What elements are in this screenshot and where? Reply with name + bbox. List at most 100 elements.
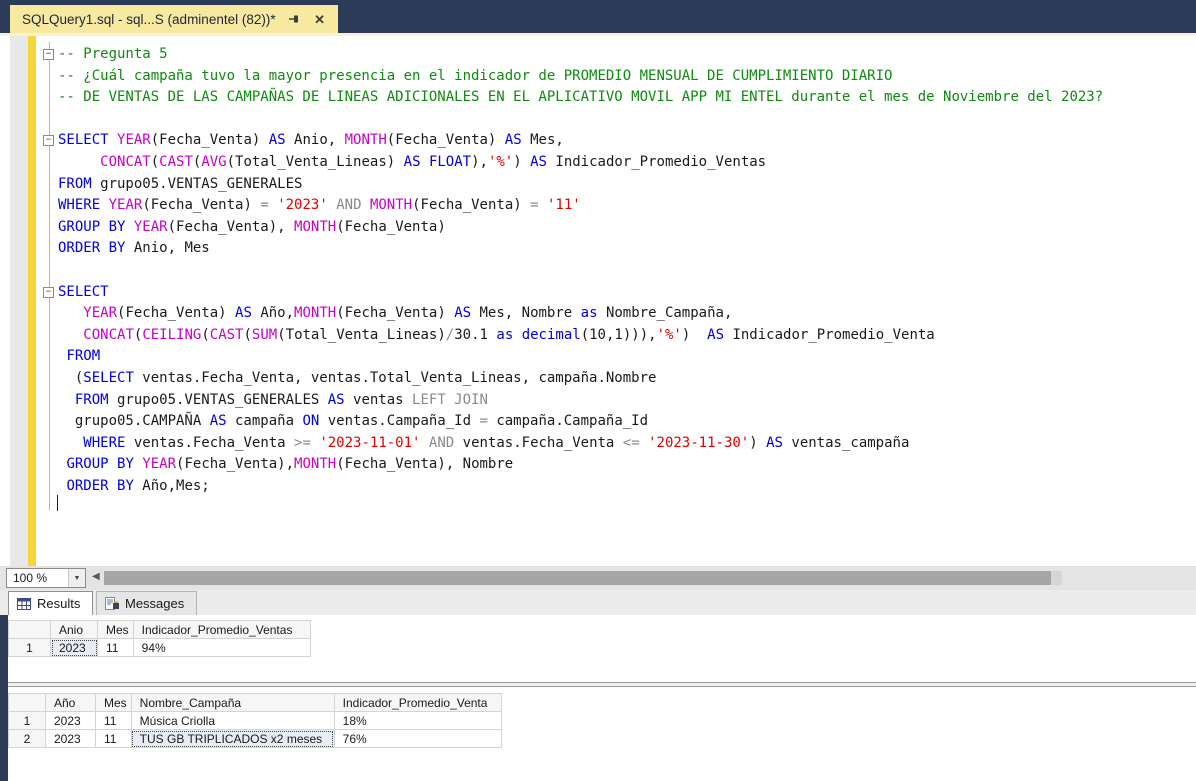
fold-margin xyxy=(36,476,58,498)
collapse-region-icon[interactable]: − xyxy=(43,286,54,298)
horizontal-scrollbar-thumb[interactable] xyxy=(104,571,1051,585)
code-line[interactable]: FROM grupo05.VENTAS_GENERALES AS ventas … xyxy=(36,390,1196,412)
code-line[interactable]: -- DE VENTAS DE LAS CAMPAÑAS DE LINEAS A… xyxy=(36,87,1196,109)
tab-messages[interactable]: Messages xyxy=(96,591,198,615)
grid-cell[interactable]: 18% xyxy=(333,711,502,730)
messages-icon xyxy=(105,597,119,610)
fold-margin xyxy=(36,152,58,174)
code-line[interactable]: CONCAT(CAST(AVG(Total_Venta_Lineas) AS F… xyxy=(36,152,1196,174)
fold-margin xyxy=(36,411,58,433)
results-grid-icon xyxy=(17,597,31,610)
grid-cell[interactable]: 11 xyxy=(95,729,132,748)
code-line[interactable]: FROM xyxy=(36,346,1196,368)
grid-cell[interactable]: 11 xyxy=(97,638,134,657)
fold-margin xyxy=(36,368,58,390)
editor-status-row: 100 % ▼ ◀ xyxy=(0,566,1196,590)
zoom-level-value: 100 % xyxy=(13,571,48,585)
results-grid-1: Anio Mes Indicador_Promedio_Ventas 1 2023 11 9… xyxy=(8,620,311,657)
grid-column-header[interactable]: Indicador_Promedio_Ventas xyxy=(132,620,311,639)
code-line[interactable]: − -- Pregunta 5 xyxy=(36,44,1196,66)
grid-column-header[interactable]: Mes xyxy=(97,620,134,639)
fold-margin xyxy=(36,174,58,196)
grid-cell[interactable]: 2023 xyxy=(50,638,98,657)
fold-margin: − xyxy=(36,130,58,152)
fold-margin xyxy=(36,217,58,239)
code-line[interactable]: grupo05.CAMPAÑA AS campaña ON ventas.Cam… xyxy=(36,411,1196,433)
fold-margin xyxy=(36,260,58,282)
horizontal-scrollbar[interactable] xyxy=(104,571,1062,585)
fold-margin xyxy=(36,87,58,109)
code-line[interactable] xyxy=(36,109,1196,131)
table-row: 1 2023 11 94% xyxy=(8,638,311,657)
grid-cell[interactable]: 2023 xyxy=(45,711,96,730)
fold-margin xyxy=(36,346,58,368)
tab-results-label: Results xyxy=(37,596,81,611)
code-line[interactable] xyxy=(36,260,1196,282)
close-icon[interactable]: ✕ xyxy=(312,11,328,27)
grid-column-header[interactable]: Indicador_Promedio_Venta xyxy=(333,693,502,712)
code-line[interactable]: ORDER BY Año,Mes; xyxy=(36,476,1196,498)
code-line[interactable]: CONCAT(CEILING(CAST(SUM(Total_Venta_Line… xyxy=(36,325,1196,347)
editor-gutter xyxy=(10,36,28,566)
grid-row-number[interactable]: 1 xyxy=(8,711,46,730)
fold-margin xyxy=(36,238,58,260)
tab-results[interactable]: Results xyxy=(8,591,94,615)
code-line[interactable]: ORDER BY Anio, Mes xyxy=(36,238,1196,260)
results-tab-strip: Results Messages xyxy=(0,590,1196,615)
grid-cell[interactable]: 11 xyxy=(95,711,132,730)
code-line[interactable]: WHERE YEAR(Fecha_Venta) = '2023' AND MON… xyxy=(36,195,1196,217)
grid-row-number[interactable]: 1 xyxy=(8,638,51,657)
sql-editor[interactable]: − -- Pregunta 5 -- ¿Cuál campaña tuvo la m… xyxy=(0,36,1196,566)
grid-cell[interactable]: 2023 xyxy=(45,729,96,748)
results-pane-2: Año Mes Nombre_Campaña Indicador_Promedio_V… xyxy=(8,687,1196,781)
ssms-window: SQLQuery1.sql - sql...S (adminentel (82)… xyxy=(0,0,1196,781)
fold-margin xyxy=(36,109,58,131)
text-caret xyxy=(57,495,58,511)
fold-margin xyxy=(36,390,58,412)
tab-messages-label: Messages xyxy=(125,596,185,611)
code-line[interactable]: YEAR(Fecha_Venta) AS Año,MONTH(Fecha_Ven… xyxy=(36,303,1196,325)
grid-column-header[interactable]: Año xyxy=(45,693,96,712)
code-line[interactable]: WHERE ventas.Fecha_Venta >= '2023-11-01'… xyxy=(36,433,1196,455)
fold-margin xyxy=(36,433,58,455)
grid-cell[interactable]: 76% xyxy=(333,729,502,748)
table-row: 1 2023 11 Música Criolla 18% xyxy=(8,711,502,730)
grid-cell[interactable]: 94% xyxy=(132,638,311,657)
grid-cell[interactable]: Música Criolla xyxy=(130,711,335,730)
code-line[interactable]: − SELECT YEAR(Fecha_Venta) AS Anio, MONTH… xyxy=(36,130,1196,152)
results-pane-1: Anio Mes Indicador_Promedio_Ventas 1 2023 11 9… xyxy=(8,615,1196,682)
zoom-level-select[interactable]: 100 % ▼ xyxy=(6,568,86,588)
pin-icon[interactable] xyxy=(286,11,302,27)
chevron-down-icon[interactable]: ▼ xyxy=(68,569,85,587)
fold-margin xyxy=(36,454,58,476)
code-line[interactable]: GROUP BY YEAR(Fecha_Venta),MONTH(Fecha_V… xyxy=(36,454,1196,476)
scroll-left-arrow-icon[interactable]: ◀ xyxy=(92,571,100,582)
fold-margin: − xyxy=(36,44,58,66)
collapse-region-icon[interactable]: − xyxy=(43,135,54,147)
grid-row-number[interactable]: 2 xyxy=(8,729,46,748)
fold-margin xyxy=(36,66,58,88)
table-row: 2 2023 11 TUS GB TRIPLICADOS x2 meses 76% xyxy=(8,729,502,748)
grid-column-header[interactable]: Anio xyxy=(50,620,98,639)
code-line[interactable]: (SELECT ventas.Fecha_Venta, ventas.Total… xyxy=(36,368,1196,390)
code-line[interactable]: -- ¿Cuál campaña tuvo la mayor presencia… xyxy=(36,66,1196,88)
document-tab-bar: SQLQuery1.sql - sql...S (adminentel (82)… xyxy=(0,0,1196,36)
change-tracking-bar xyxy=(28,36,36,566)
fold-margin xyxy=(36,303,58,325)
collapse-region-icon[interactable]: − xyxy=(43,49,54,60)
document-tab-title: SQLQuery1.sql - sql...S (adminentel (82)… xyxy=(22,11,276,27)
fold-margin xyxy=(36,325,58,347)
grid-corner-cell[interactable] xyxy=(8,620,51,639)
code-line[interactable]: GROUP BY YEAR(Fecha_Venta), MONTH(Fecha_… xyxy=(36,217,1196,239)
grid-cell[interactable]: TUS GB TRIPLICADOS x2 meses xyxy=(130,729,335,748)
results-grid-2: Año Mes Nombre_Campaña Indicador_Promedio_V… xyxy=(8,693,502,748)
grid-corner-cell[interactable] xyxy=(8,693,46,712)
fold-margin: − xyxy=(36,282,58,304)
fold-margin xyxy=(36,195,58,217)
grid-column-header[interactable]: Mes xyxy=(95,693,132,712)
grid-column-header[interactable]: Nombre_Campaña xyxy=(130,693,335,712)
document-tab[interactable]: SQLQuery1.sql - sql...S (adminentel (82)… xyxy=(10,5,338,33)
code-lines: − -- Pregunta 5 -- ¿Cuál campaña tuvo la m… xyxy=(36,44,1196,497)
code-line[interactable]: − SELECT xyxy=(36,282,1196,304)
code-line[interactable]: FROM grupo05.VENTAS_GENERALES xyxy=(36,174,1196,196)
